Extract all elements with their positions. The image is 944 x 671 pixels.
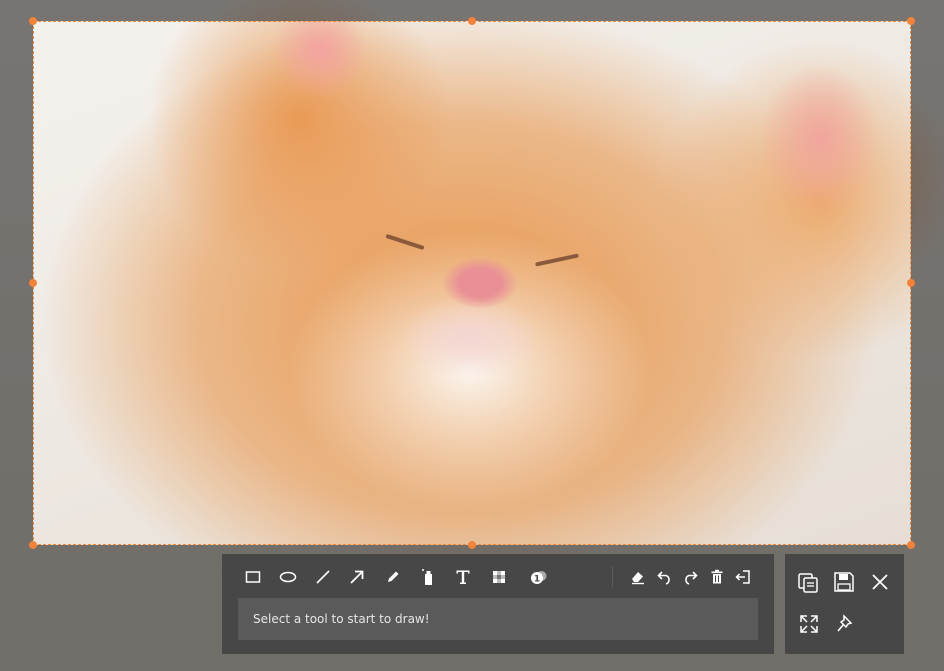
ellipse-icon — [279, 571, 297, 583]
step-number-tool-button[interactable]: 1 — [527, 566, 551, 588]
trash-icon — [711, 569, 723, 584]
handle-bottom-right[interactable] — [907, 541, 915, 549]
kitten-photo — [33, 21, 911, 545]
capture-actions-panel — [785, 554, 904, 654]
handle-middle-left[interactable] — [29, 279, 37, 287]
capture-selection[interactable] — [33, 21, 911, 545]
close-button[interactable] — [866, 568, 894, 596]
delete-button[interactable] — [705, 566, 729, 588]
rectangle-icon — [245, 571, 261, 583]
save-button[interactable] — [830, 568, 858, 596]
eraser-tool-button[interactable] — [626, 566, 650, 588]
ellipse-tool-button[interactable] — [276, 566, 300, 588]
pencil-tool-button[interactable] — [381, 566, 405, 588]
save-icon — [834, 572, 854, 592]
toolbar-separator — [612, 566, 613, 588]
copy-icon — [798, 573, 818, 593]
exit-icon — [735, 570, 750, 584]
handle-bottom-left[interactable] — [29, 541, 37, 549]
svg-text:1: 1 — [534, 575, 540, 585]
eraser-icon — [632, 572, 644, 585]
undo-icon — [657, 571, 670, 585]
handle-top-left[interactable] — [29, 17, 37, 25]
pin-icon — [837, 614, 853, 632]
exit-drawing-button[interactable] — [731, 566, 755, 588]
step-number-icon: 1 — [531, 571, 547, 585]
undo-button[interactable] — [653, 566, 677, 588]
expand-icon — [800, 615, 818, 633]
marker-icon — [422, 569, 432, 585]
pencil-icon — [388, 571, 399, 582]
text-tool-button[interactable] — [451, 566, 475, 588]
redo-icon — [685, 571, 698, 585]
handle-top-center[interactable] — [468, 17, 476, 25]
mosaic-tool-button[interactable] — [487, 566, 511, 588]
marker-tool-button[interactable] — [416, 566, 440, 588]
right-eye — [535, 253, 579, 267]
copy-button[interactable] — [794, 569, 822, 597]
text-icon — [456, 570, 470, 584]
handle-bottom-center[interactable] — [468, 541, 476, 549]
arrow-tool-button[interactable] — [345, 566, 369, 588]
mosaic-icon — [493, 571, 505, 583]
fullscreen-button[interactable] — [795, 610, 823, 638]
close-icon — [872, 574, 888, 590]
rectangle-tool-button[interactable] — [241, 566, 265, 588]
pin-button[interactable] — [831, 610, 859, 638]
line-tool-button[interactable] — [311, 566, 335, 588]
status-message: Select a tool to start to draw! — [238, 598, 758, 640]
handle-top-right[interactable] — [907, 17, 915, 25]
line-icon — [316, 570, 330, 584]
arrow-icon — [350, 570, 364, 584]
drawing-toolbar: 1 Select a tool to start to draw! — [222, 554, 774, 654]
handle-middle-right[interactable] — [907, 279, 915, 287]
left-eye — [385, 233, 425, 251]
redo-button[interactable] — [678, 566, 702, 588]
